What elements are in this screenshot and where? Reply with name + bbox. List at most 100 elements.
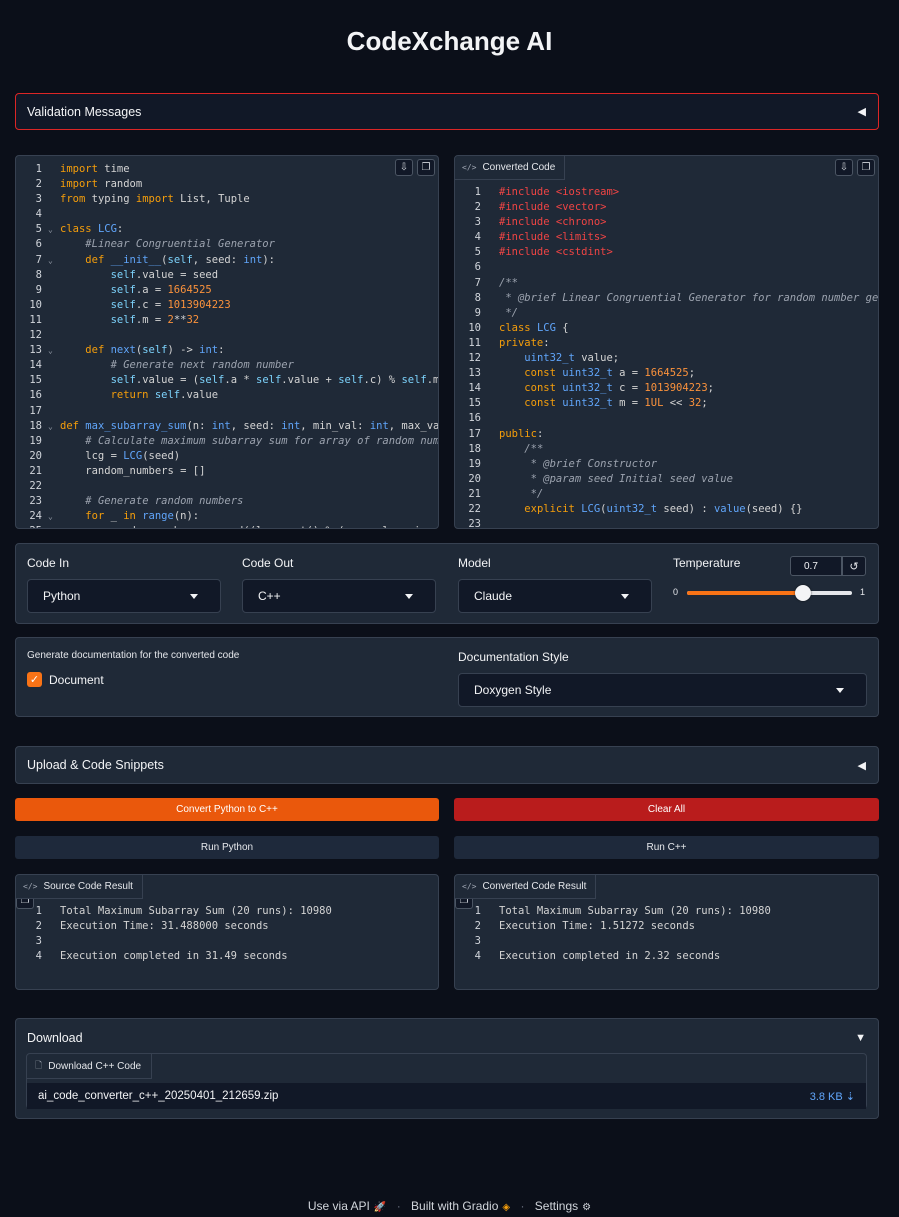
run-cpp-button[interactable]: Run C++: [454, 836, 879, 859]
line-text: # Generate next random number: [110, 359, 294, 372]
document-checkbox[interactable]: ✓: [27, 672, 42, 687]
source-result-panel[interactable]: </> Source Code Result 1 Total Maximum Su…: [15, 874, 439, 990]
download-file-name[interactable]: ai_code_converter_c++_20250401_212659.zi…: [38, 1090, 278, 1102]
line-number: 18: [29, 419, 42, 432]
code-out-dropdown[interactable]: C++: [242, 579, 436, 613]
run-python-button[interactable]: Run Python: [15, 836, 439, 859]
line-number: 7: [474, 276, 481, 289]
fold-chevron-icon[interactable]: ⌄: [48, 419, 60, 434]
line-text: import random: [60, 178, 143, 191]
clear-all-button[interactable]: Clear All: [454, 798, 879, 821]
code-out-value: C++: [258, 589, 281, 603]
code-line: 2 #include <vector>: [455, 200, 878, 215]
fold-gutter: [487, 934, 499, 949]
code-line: 14 const uint32_t c = 1013904223;: [455, 381, 878, 396]
reset-icon[interactable]: ↺: [842, 556, 866, 576]
line-number: 4: [35, 208, 42, 221]
code-line: 3: [455, 934, 878, 949]
fold-gutter: [487, 487, 499, 502]
code-line: 23 # Generate random numbers: [16, 494, 438, 509]
model-value: Claude: [474, 589, 513, 603]
line-number: 17: [468, 427, 481, 440]
validation-accordion[interactable]: Validation Messages ◀: [15, 93, 879, 130]
model-dropdown[interactable]: Claude: [458, 579, 652, 613]
code-line: 1 import time: [16, 162, 438, 177]
line-number: 20: [468, 472, 481, 485]
upload-snippets-accordion[interactable]: Upload & Code Snippets ◀: [15, 746, 879, 784]
line-number: 4: [474, 950, 481, 963]
code-line: 4 Execution completed in 2.32 seconds: [455, 949, 878, 964]
temperature-input[interactable]: 0.7: [790, 556, 842, 576]
source-code-editor[interactable]: 1 import time 2 import random 3 from typing i…: [15, 155, 439, 529]
convert-button[interactable]: Convert Python to C++: [15, 798, 439, 821]
code-line: 10 self.c = 1013904223: [16, 298, 438, 313]
code-line: 24 ⌄ for _ in range(n):: [16, 509, 438, 524]
fold-chevron-icon[interactable]: ⌄: [48, 222, 60, 237]
line-number: 23: [468, 518, 481, 529]
code-line: 1 Total Maximum Subarray Sum (20 runs): 1…: [455, 904, 878, 919]
code-in-label: Code In: [27, 556, 70, 570]
converted-result-lines[interactable]: 1 Total Maximum Subarray Sum (20 runs): 1…: [455, 904, 878, 964]
fold-gutter: [48, 207, 60, 222]
caret-left-icon[interactable]: ◀: [858, 759, 866, 772]
source-result-tab-label: Source Code Result: [43, 881, 133, 892]
download-file-row[interactable]: ai_code_converter_c++_20250401_212659.zi…: [27, 1083, 866, 1109]
temperature-slider[interactable]: [687, 585, 852, 601]
code-line: 19 # Calculate maximum subarray sum for …: [16, 434, 438, 449]
line-number: 16: [468, 412, 481, 425]
slider-handle[interactable]: [794, 585, 811, 601]
fold-chevron-icon[interactable]: ⌄: [48, 509, 60, 524]
copy-icon[interactable]: ❐: [857, 159, 875, 176]
code-in-dropdown[interactable]: Python: [27, 579, 221, 613]
download-icon[interactable]: ⇩: [835, 159, 853, 176]
line-text: def next(self) -> int:: [85, 344, 225, 357]
line-number: 1: [474, 905, 481, 917]
download-file-size[interactable]: 3.8 KB ⇣: [810, 1090, 855, 1103]
check-icon: ✓: [29, 673, 40, 686]
caret-down-icon[interactable]: ▼: [855, 1032, 866, 1044]
fold-gutter: [48, 934, 60, 949]
line-number: 16: [29, 389, 42, 402]
slider-max-label: 1: [860, 587, 866, 597]
fold-gutter: [487, 381, 499, 396]
code-line: 4 Execution completed in 31.49 seconds: [16, 949, 438, 964]
code-line: 9 self.a = 1664525: [16, 283, 438, 298]
code-line: 6 #Linear Congruential Generator: [16, 237, 438, 252]
line-text: class LCG {: [499, 321, 569, 334]
code-line: 11 self.m = 2**32: [16, 313, 438, 328]
line-number: 8: [474, 291, 481, 304]
settings-link[interactable]: Settings: [535, 1199, 578, 1213]
converted-result-panel[interactable]: </> Converted Code Result 1 Total Maximum…: [454, 874, 879, 990]
line-number: 2: [35, 920, 42, 933]
use-via-api-link[interactable]: Use via API: [308, 1199, 370, 1213]
line-text: # Generate random numbers: [85, 495, 244, 508]
line-text: return self.value: [110, 389, 219, 402]
source-code-lines[interactable]: 1 import time 2 import random 3 from typing i…: [16, 162, 438, 528]
documentation-style-dropdown[interactable]: Doxygen Style: [458, 673, 867, 707]
code-line: 4: [16, 207, 438, 222]
fold-gutter: [487, 230, 499, 245]
built-with-gradio-link[interactable]: Built with Gradio: [411, 1199, 498, 1213]
document-checkbox-label[interactable]: Document: [49, 673, 104, 687]
line-number: 10: [29, 298, 42, 311]
download-icon[interactable]: ⇩: [395, 159, 413, 176]
code-line: 3: [16, 934, 438, 949]
caret-left-icon[interactable]: ◀: [858, 105, 866, 118]
code-line: 9 */: [455, 306, 878, 321]
code-line: 2 Execution Time: 31.488000 seconds: [16, 919, 438, 934]
line-text: #include <iostream>: [499, 186, 620, 198]
fold-gutter: [48, 479, 60, 494]
source-result-lines[interactable]: 1 Total Maximum Subarray Sum (20 runs): 1…: [16, 904, 438, 964]
fold-chevron-icon[interactable]: ⌄: [48, 343, 60, 358]
fold-chevron-icon[interactable]: ⌄: [48, 253, 60, 268]
converted-code-editor[interactable]: </> Converted Code 1 #include <iostream> 2…: [454, 155, 879, 529]
code-line: 17: [16, 404, 438, 419]
converted-code-lines[interactable]: 1 #include <iostream> 2 #include <vector> 3 #…: [455, 185, 878, 529]
line-number: 17: [29, 404, 42, 417]
fold-gutter: [48, 949, 60, 964]
code-line: 8 self.value = seed: [16, 268, 438, 283]
validation-label: Validation Messages: [27, 104, 142, 119]
copy-icon[interactable]: ❐: [417, 159, 435, 176]
fold-gutter: [48, 283, 60, 298]
line-number: 22: [29, 479, 42, 492]
